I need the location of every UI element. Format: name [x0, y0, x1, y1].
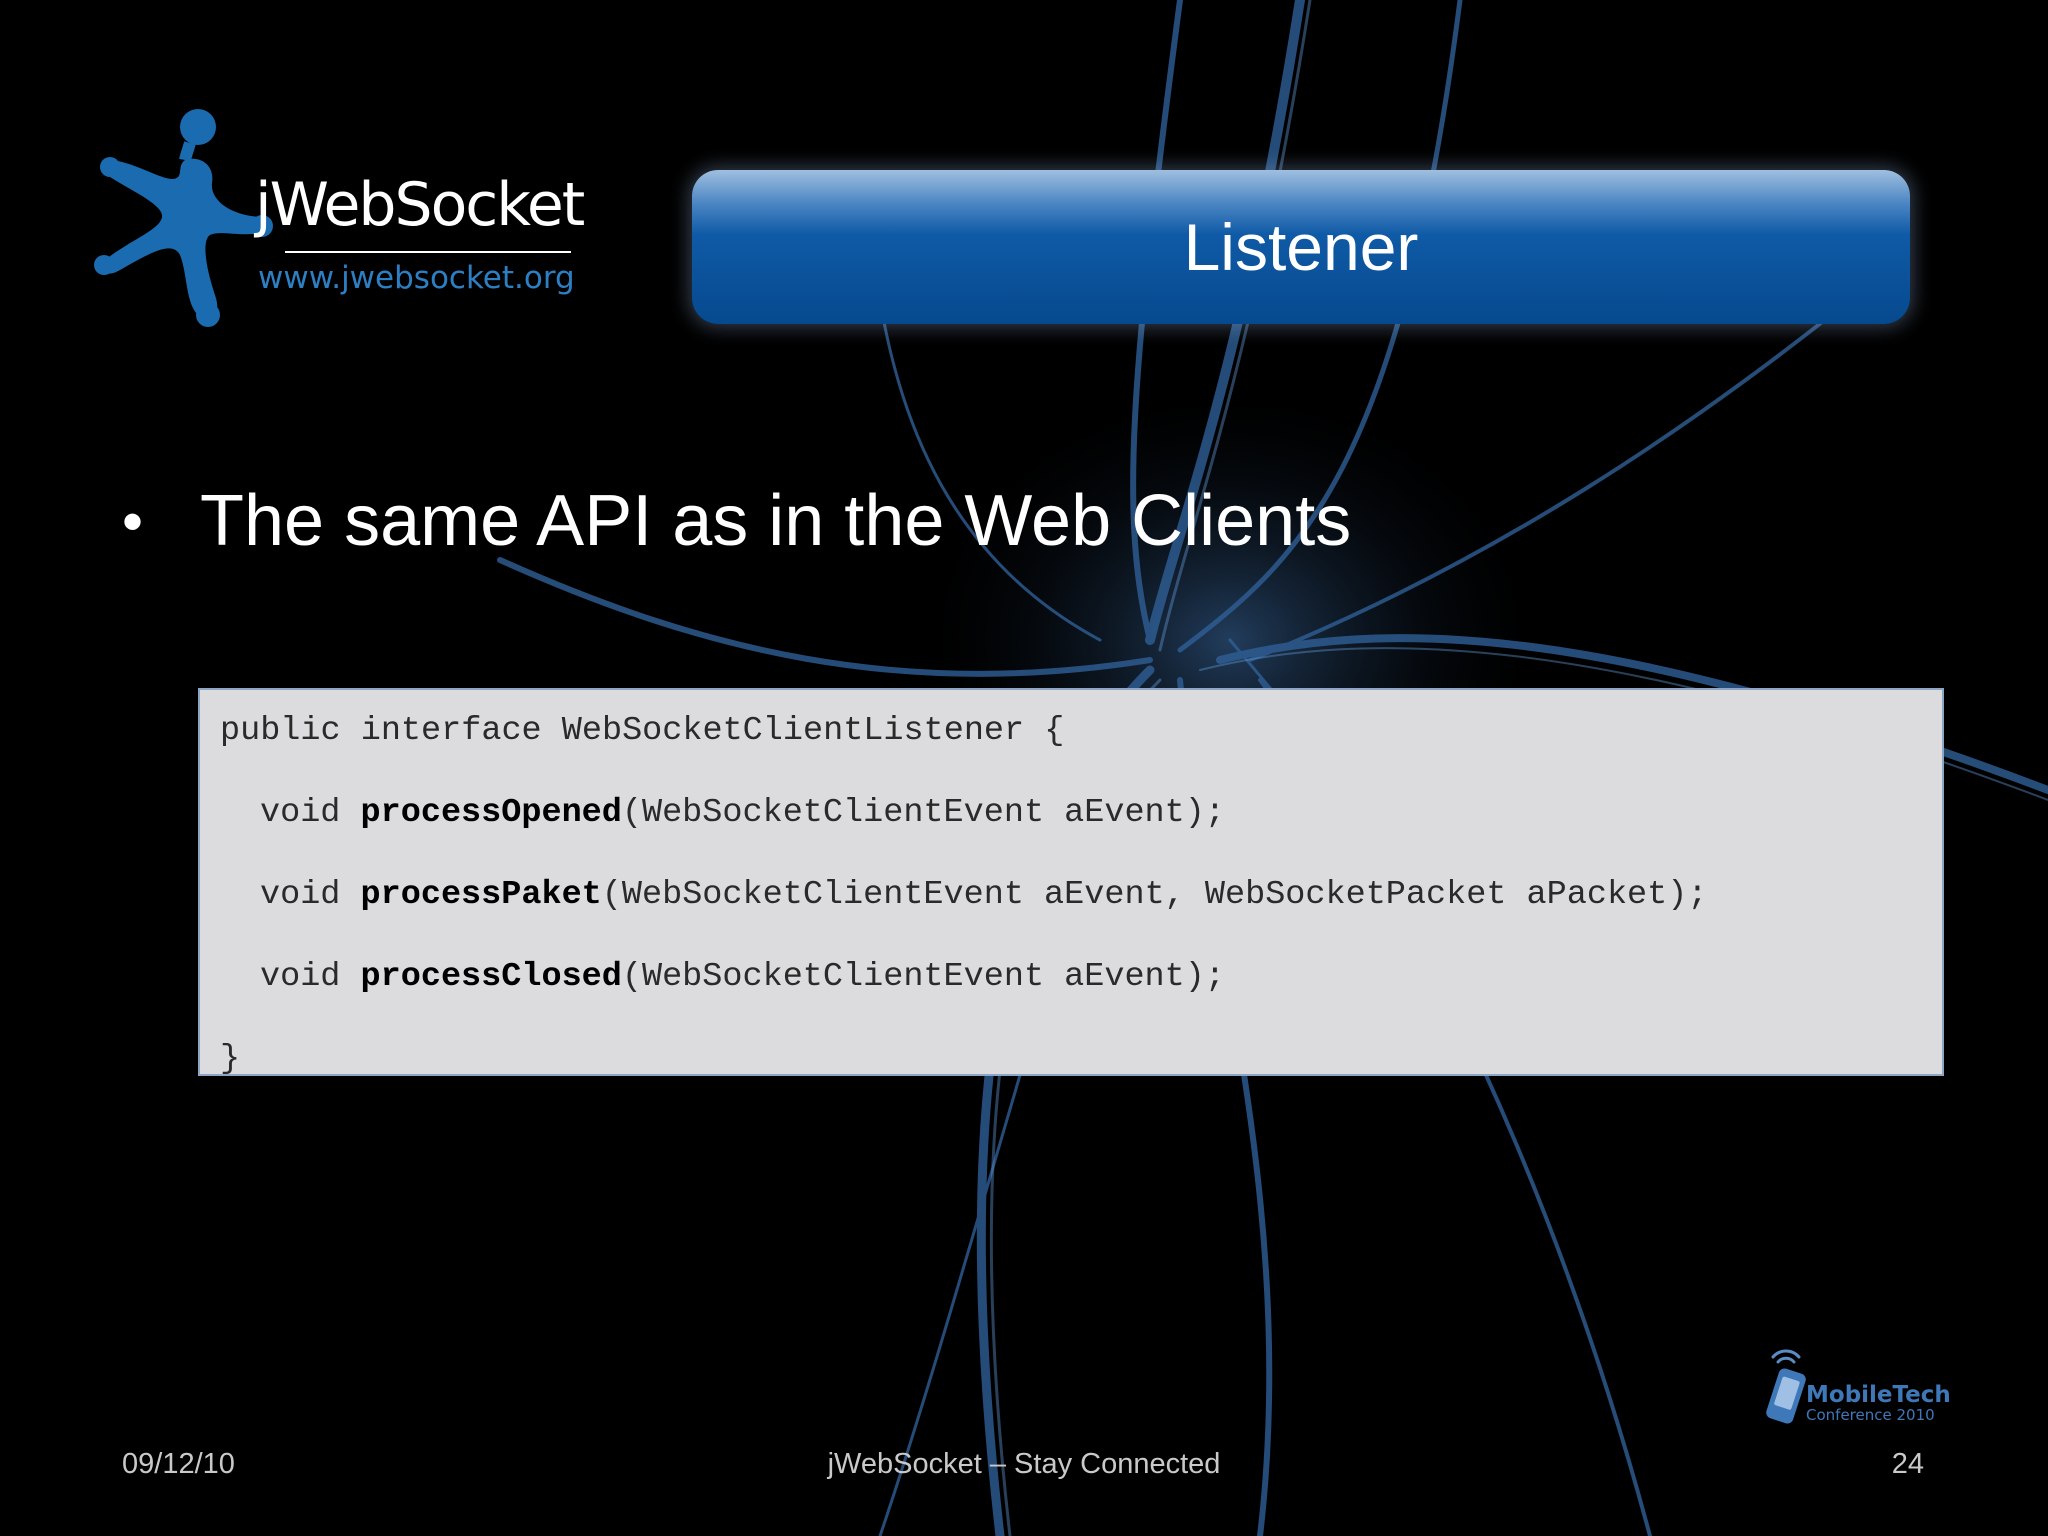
logo-name: jWebSocket — [255, 170, 585, 240]
conference-logo: MobileTech Conference 2010 — [1762, 1348, 1951, 1430]
slide-title: Listener — [1183, 210, 1419, 284]
bullet-icon: • — [122, 487, 144, 555]
code-line: void processClosed(WebSocketClientEvent … — [220, 954, 1942, 1036]
code-keyword: void — [260, 876, 361, 914]
conference-name: MobileTech — [1806, 1382, 1951, 1408]
jwebsocket-logo[interactable]: jWebSocket www.jwebsocket.org — [90, 105, 590, 335]
code-method-args: (WebSocketClientEvent aEvent, WebSocketP… — [601, 876, 1708, 914]
code-keyword: void — [260, 958, 361, 996]
code-closing-brace: } — [220, 1040, 241, 1078]
code-line: void processOpened(WebSocketClientEvent … — [220, 790, 1942, 872]
bullet-item: • The same API as in the Web Clients — [122, 480, 1351, 562]
page-number: 24 — [1891, 1448, 1924, 1480]
code-method-name: processOpened — [360, 794, 622, 832]
code-method-args: (WebSocketClientEvent aEvent); — [621, 794, 1225, 832]
code-interface-decl: public interface WebSocketClientListener… — [220, 712, 1065, 750]
code-method-name: processPaket — [360, 876, 602, 914]
code-line: } — [220, 1036, 1942, 1082]
logo-divider — [285, 251, 571, 253]
code-method-args: (WebSocketClientEvent aEvent); — [621, 958, 1225, 996]
slide: jWebSocket www.jwebsocket.org Listener •… — [0, 0, 2048, 1536]
title-banner: Listener — [692, 170, 1910, 324]
code-block: public interface WebSocketClientListener… — [198, 688, 1944, 1078]
code-line: void processPaket(WebSocketClientEvent a… — [220, 872, 1942, 954]
footer-caption: jWebSocket – Stay Connected — [827, 1448, 1221, 1480]
logo-url[interactable]: www.jwebsocket.org — [258, 263, 575, 294]
code-method-name: processClosed — [360, 958, 622, 996]
code-line: public interface WebSocketClientListener… — [220, 708, 1942, 790]
bullet-text: The same API as in the Web Clients — [200, 481, 1352, 561]
starfish-person-icon — [94, 109, 273, 327]
conference-subtitle: Conference 2010 — [1806, 1406, 1935, 1424]
code-keyword: void — [260, 794, 361, 832]
